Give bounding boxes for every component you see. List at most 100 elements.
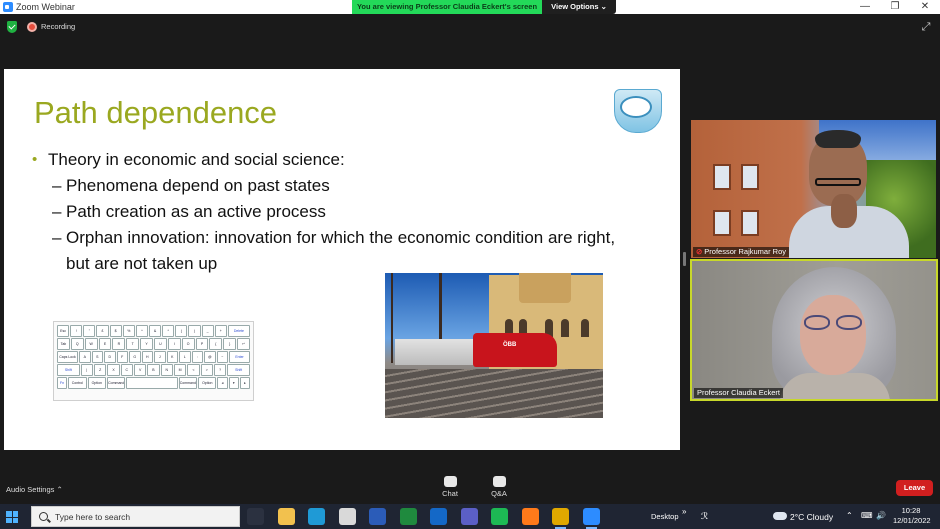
keyboard-key: Command — [178, 377, 198, 389]
sub-bullet-text: Phenomena depend on past states — [66, 176, 330, 195]
desktop-toolbar-label[interactable]: Desktop — [651, 512, 679, 522]
meeting-toolbar: Audio Settings ⌃ Chat Q&A Leave — [0, 470, 940, 504]
participant-body — [780, 373, 890, 399]
keyboard-key: P — [195, 338, 209, 350]
keyboard-key: U — [154, 338, 167, 350]
keyboard-key: Tab — [57, 338, 70, 350]
bullet-text: Theory in economic and social science: — [48, 150, 345, 169]
keyboard-key: Z — [94, 364, 107, 376]
participant-name: Professor Rajkumar Roy — [704, 247, 786, 256]
leave-button[interactable]: Leave — [896, 480, 933, 496]
keyboard-key: @ — [204, 351, 216, 363]
keyboard-key: Option — [87, 377, 107, 389]
keyboard-key: : — [191, 351, 203, 363]
close-button[interactable]: ✕ — [910, 0, 940, 14]
keyboard-key: ▾ — [228, 377, 239, 389]
keyboard-key: M — [173, 364, 187, 376]
file-explorer-icon[interactable] — [277, 508, 295, 525]
clock-date: 12/01/2022 — [893, 516, 931, 525]
system-clock[interactable]: 10:28 12/01/2022 — [893, 506, 931, 526]
video-tile-claudia-eckert[interactable]: Professor Claudia Eckert — [690, 259, 938, 401]
keyboard-key: ▸ — [239, 377, 251, 389]
background-window — [741, 210, 759, 236]
zoom-app-icon — [3, 2, 13, 12]
keyboard-key: W — [84, 338, 98, 350]
taskbar-search-input[interactable]: Type here to search — [31, 506, 240, 527]
weather-widget[interactable]: 2°C Cloudy — [790, 512, 833, 522]
keyboard-key: X — [107, 364, 120, 376]
restore-button[interactable]: ❐ — [880, 0, 910, 14]
minimize-button[interactable]: — — [850, 0, 880, 14]
sub-bullet-text: Path creation as an active process — [66, 202, 326, 221]
keyboard-key: ◂ — [217, 377, 228, 389]
spotify-icon[interactable] — [491, 508, 508, 525]
red-locomotive — [473, 333, 557, 367]
sub-bullet-item: – Orphan innovation: innovation for whic… — [32, 225, 632, 277]
participant-glasses — [804, 315, 864, 331]
catenary-pole — [391, 273, 393, 363]
fullscreen-expand-icon[interactable]: ⤢ — [920, 21, 932, 33]
keyboard-row: Esc! " £ $% ^ & *() _ + Delete — [57, 325, 251, 337]
cloud-icon[interactable] — [773, 512, 787, 520]
view-options-button[interactable]: View Options ⌄ — [542, 0, 616, 14]
keyboard-row: Fn Control Option Command Command Option ◂ ▾ ▸ — [57, 377, 251, 389]
mic-muted-icon: ⊘ — [696, 247, 703, 256]
zoom-icon[interactable] — [582, 508, 600, 529]
chat-button[interactable]: Chat — [433, 476, 467, 504]
keyboard-key: J — [154, 351, 166, 363]
sub-bullet-item: – Path creation as an active process — [32, 199, 632, 225]
qa-label: Q&A — [491, 489, 507, 498]
money-app-icon[interactable] — [399, 508, 417, 525]
keyboard-key: N — [160, 364, 173, 376]
teams-icon[interactable] — [460, 508, 478, 525]
store-icon[interactable] — [338, 508, 356, 525]
firefox-icon[interactable] — [521, 508, 539, 525]
university-logo-icon — [614, 89, 662, 133]
bullet-item: Theory in economic and social science: — [32, 147, 632, 173]
keyboard-key: Fn — [57, 377, 68, 389]
keyboard-row: Shift | Z X C V B N M < >? Shift — [57, 364, 250, 376]
keyboard-key: R — [112, 338, 126, 350]
window-title: Zoom Webinar — [16, 2, 75, 12]
participant-name-label: Professor Claudia Eckert — [694, 388, 783, 398]
qa-button[interactable]: Q&A — [482, 476, 516, 504]
desktop-chevron-icon[interactable]: » — [682, 507, 686, 517]
task-view-icon[interactable] — [247, 508, 264, 525]
keyboard-key: K — [166, 351, 178, 363]
word-icon[interactable] — [369, 508, 386, 525]
chrome-icon[interactable] — [552, 508, 569, 529]
windows-start-icon[interactable] — [6, 511, 18, 523]
keyboard-key: O — [181, 338, 195, 350]
keyboard-row: Caps Lock A S D F G H J K L: @ ~ Enter — [57, 351, 250, 363]
keyboard-tray-icon[interactable]: ⌨ — [861, 511, 873, 521]
recording-label: Recording — [41, 22, 76, 31]
panel-resize-handle[interactable] — [683, 252, 686, 266]
keyboard-key: ( — [175, 325, 188, 337]
people-icon[interactable]: ℛ — [701, 511, 708, 521]
search-icon — [39, 512, 48, 521]
chat-icon — [443, 476, 457, 487]
edge-icon[interactable] — [308, 508, 325, 525]
keyboard-row: Tab Q W E R T Y U I O P{} ↵ — [57, 338, 251, 350]
audio-settings-button[interactable]: Audio Settings ⌃ — [6, 485, 63, 495]
slide-bullet-list: Theory in economic and social science: –… — [32, 147, 632, 277]
keyboard-key: L — [179, 351, 191, 363]
qa-icon — [492, 476, 506, 487]
video-tile-rajkumar-roy[interactable]: ⊘ Professor Rajkumar Roy — [691, 120, 936, 258]
sub-bullet-dash: – — [52, 228, 62, 247]
outlook-icon[interactable] — [430, 508, 447, 525]
train-photo — [385, 273, 603, 418]
tray-chevron-icon[interactable]: ⌃ — [846, 511, 853, 521]
sub-bullet-dash: – — [52, 176, 62, 195]
volume-icon[interactable]: 🔊 — [876, 511, 886, 521]
encryption-shield-icon[interactable] — [7, 21, 17, 33]
screen-share-banner: You are viewing Professor Claudia Eckert… — [352, 0, 542, 14]
keyboard-key: Shift — [227, 364, 250, 376]
keyboard-key: S — [91, 351, 103, 363]
keyboard-key: { — [209, 338, 223, 350]
keyboard-key: I — [167, 338, 181, 350]
sub-bullet-dash: – — [52, 202, 62, 221]
building-window — [561, 319, 569, 337]
zoom-webinar-window: Zoom Webinar You are viewing Professor C… — [0, 0, 940, 529]
keyboard-key: £ — [96, 325, 109, 337]
